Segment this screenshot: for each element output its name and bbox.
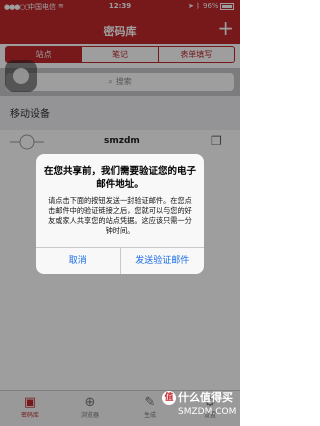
send-verification-button[interactable]: 发送验证邮件: [119, 248, 205, 274]
cancel-button[interactable]: 取消: [36, 248, 120, 274]
dialog-message: 请点击下面的按钮发送一封验证邮件。在您点击邮件中的验证链接之后，您就可以与您的好…: [48, 196, 192, 235]
dialog-buttons: 取消 发送验证邮件: [36, 247, 204, 274]
watermark: 值 什么值得买 SMZDM.COM: [162, 385, 240, 426]
verify-email-dialog: 在您共享前，我们需要验证您的电子邮件地址。 请点击下面的按钮发送一封验证邮件。在…: [36, 154, 204, 274]
watermark-line1: 什么值得买: [178, 391, 233, 404]
watermark-logo: 值: [162, 391, 176, 405]
dialog-title: 在您共享前，我们需要验证您的电子邮件地址。: [44, 166, 197, 190]
watermark-line2: SMZDM.COM: [178, 407, 237, 417]
